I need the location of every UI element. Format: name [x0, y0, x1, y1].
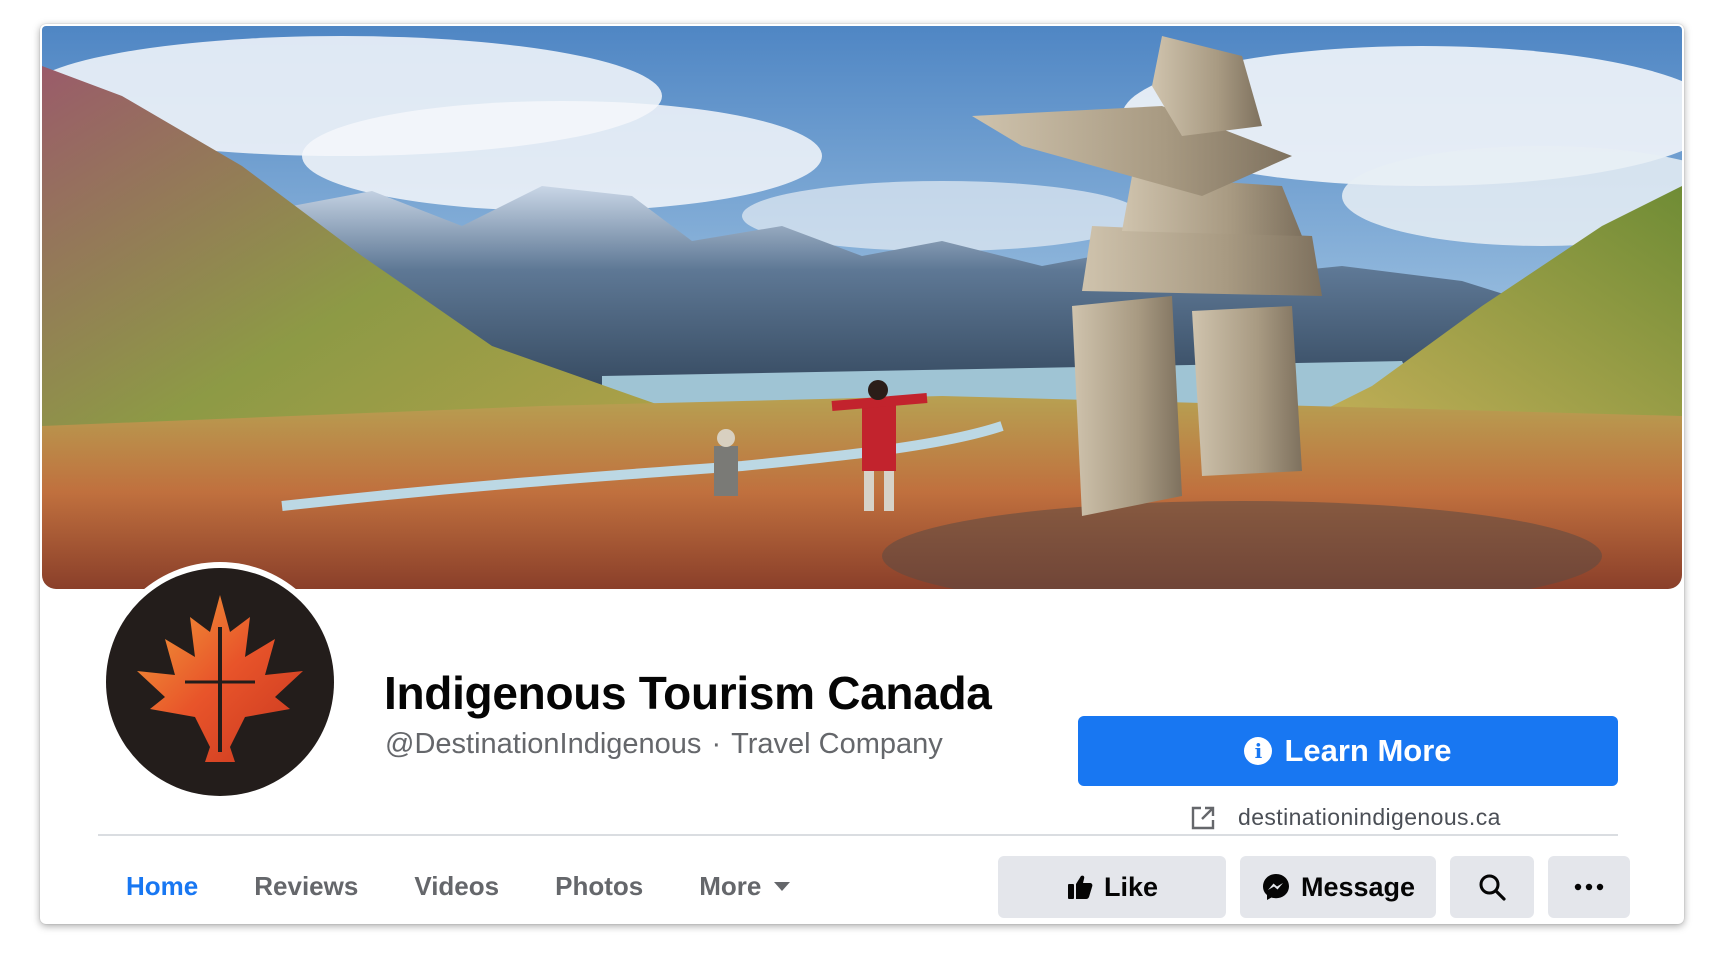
tab-more[interactable]: More	[671, 854, 819, 918]
tab-reviews-label: Reviews	[254, 870, 359, 901]
like-label: Like	[1103, 871, 1159, 902]
ellipsis-icon	[1574, 883, 1604, 891]
learn-more-label: Learn More	[1284, 733, 1452, 768]
tab-photos-label: Photos	[555, 870, 644, 901]
logo-badge	[106, 568, 334, 796]
caret-down-icon	[774, 882, 791, 891]
messenger-icon	[1262, 874, 1289, 900]
tab-home[interactable]: Home	[98, 854, 226, 918]
header-divider	[98, 834, 1618, 836]
tab-videos[interactable]: Videos	[386, 854, 527, 918]
page-category[interactable]: Travel Company	[731, 728, 943, 761]
avatar[interactable]	[100, 562, 340, 802]
like-button[interactable]: Like	[998, 856, 1226, 918]
tab-home-label: Home	[126, 870, 199, 901]
tab-reviews[interactable]: Reviews	[226, 854, 386, 918]
thumbs-up-icon	[1067, 875, 1093, 899]
learn-more-button[interactable]: i Learn More	[1078, 716, 1618, 786]
website-url: destinationindigenous.ca	[1238, 804, 1501, 830]
more-options-button[interactable]	[1548, 856, 1630, 918]
message-label: Message	[1300, 871, 1416, 902]
subtitle-separator: ·	[711, 728, 722, 760]
page-handle: @DestinationIndigenous	[385, 728, 702, 760]
tab-more-label: More	[699, 870, 762, 901]
page-subtitle: @DestinationIndigenous · Travel Company	[385, 728, 943, 761]
page-tabs: Home Reviews Videos Photos More	[98, 854, 819, 924]
search-button[interactable]	[1450, 856, 1534, 918]
message-button[interactable]: Message	[1240, 856, 1436, 918]
website-link[interactable]: destinationindigenous.ca	[1190, 804, 1501, 831]
external-link-icon	[1191, 806, 1215, 829]
tab-photos[interactable]: Photos	[527, 854, 671, 918]
page-header-card: Indigenous Tourism Canada @DestinationIn…	[40, 24, 1684, 924]
maple-leaf-logo-icon	[137, 595, 303, 762]
cover-photo[interactable]	[42, 26, 1682, 589]
tab-videos-label: Videos	[414, 870, 500, 901]
info-icon: i	[1244, 737, 1273, 765]
search-icon	[1479, 874, 1506, 901]
page-title: Indigenous Tourism Canada	[384, 667, 992, 719]
